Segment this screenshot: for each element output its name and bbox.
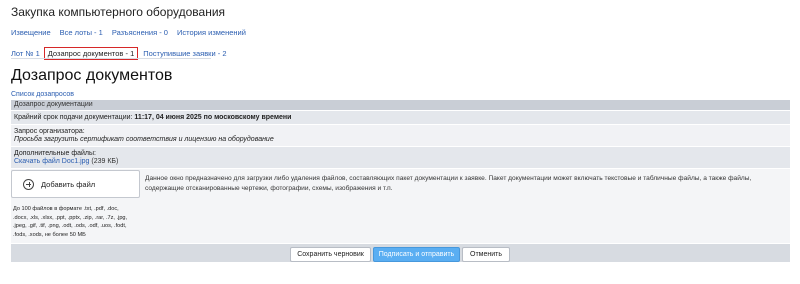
plus-circle-icon: [23, 178, 34, 190]
deadline-value: 11:17, 04 июня 2025 по московскому време…: [134, 114, 292, 121]
nav-change-history[interactable]: История изменений: [177, 28, 246, 37]
add-file-button[interactable]: Добавить файл: [11, 170, 140, 198]
formats-line: .fods, .xods, не более 50 МБ: [13, 232, 86, 239]
organizer-request-row: Запрос организатора: Просьба загрузить с…: [11, 124, 790, 146]
deadline-row: Крайний срок подачи документации: 11:17,…: [11, 110, 790, 124]
files-label: Дополнительные файлы:: [14, 150, 96, 157]
formats-line: .docx, .xls, .xlsx, .ppt, .pptx, .zip, .…: [13, 214, 128, 221]
upload-area: Добавить файл До 100 файлов в формате .t…: [11, 168, 790, 243]
allowed-formats: До 100 файлов в формате .txt, .pdf, .doc…: [13, 205, 143, 240]
save-draft-button[interactable]: Сохранить черновик: [290, 247, 371, 262]
panel-header: Дозапрос документации: [11, 100, 790, 110]
file-size: (239 КБ): [91, 158, 119, 165]
additional-files-row: Дополнительные файлы: Скачать файл Doc1.…: [11, 146, 790, 168]
description-line: Данное окно предназначено для загрузки л…: [145, 175, 752, 182]
request-label: Запрос организатора:: [14, 128, 85, 135]
download-file-link[interactable]: Скачать файл Doc1.jpg: [14, 158, 89, 165]
tabs-divider: [11, 58, 211, 59]
request-text: Просьба загрузить сертификат соответстви…: [14, 136, 274, 143]
tab-lot-1[interactable]: Лот № 1: [11, 49, 40, 58]
deadline-label: Крайний срок подачи документации:: [14, 114, 133, 121]
cancel-button[interactable]: Отменить: [462, 247, 510, 262]
upload-description: Данное окно предназначено для загрузки л…: [145, 174, 785, 193]
nav-clarifications[interactable]: Разъяснения - 0: [112, 28, 168, 37]
tab-received-applications[interactable]: Поступившие заявки - 2: [143, 49, 226, 58]
formats-line: .jpeg, .gif, .tif, .png, .odt, .ods, .od…: [13, 223, 127, 230]
procurement-title: Закупка компьютерного оборудования: [11, 5, 226, 19]
nav-notice[interactable]: Извещение: [11, 28, 51, 37]
action-bar: Сохранить черновик Подписать и отправить…: [11, 243, 790, 262]
description-line: содержащие отсканированные чертежи, фото…: [145, 184, 393, 192]
add-file-label: Добавить файл: [41, 179, 96, 189]
request-list-link[interactable]: Список дозапросов: [11, 91, 74, 98]
main-nav: Извещение Все лоты - 1 Разъяснения - 0 И…: [11, 28, 255, 37]
nav-all-lots[interactable]: Все лоты - 1: [60, 28, 103, 37]
sign-and-submit-button[interactable]: Подписать и отправить: [373, 247, 460, 262]
document-request-panel: Дозапрос документации Крайний срок подач…: [11, 100, 790, 262]
formats-line: До 100 файлов в формате .txt, .pdf, .doc…: [13, 206, 119, 212]
page-heading: Дозапрос документов: [11, 67, 173, 84]
